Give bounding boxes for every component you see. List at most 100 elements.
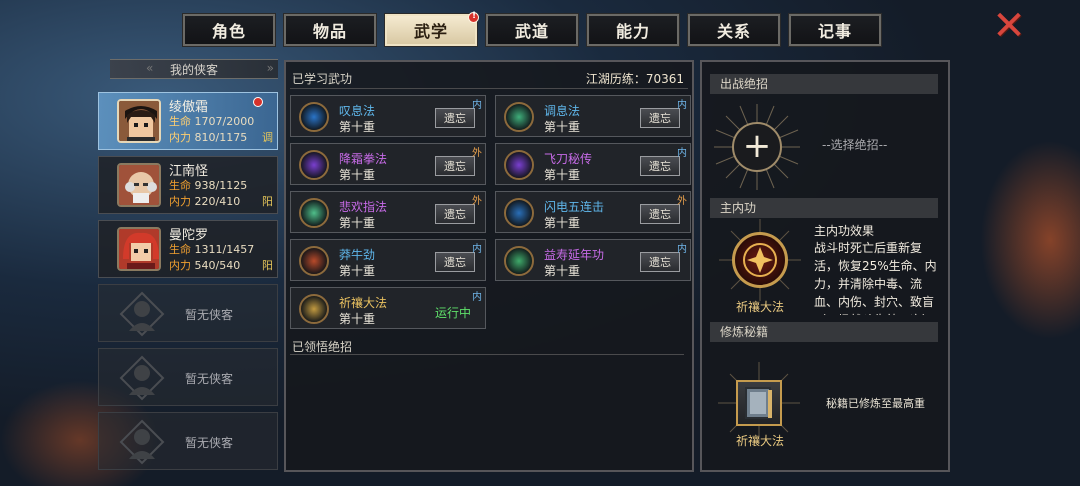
empty-hero-slot[interactable]: 暂无侠客 [98,284,278,342]
tab-label: 武道 [514,22,549,41]
skill-card[interactable]: 悲欢指法 第十重 遗忘外 [290,191,486,233]
mp-label: 内力 [169,131,191,144]
technique-panel: 出战绝招 + --选择绝招-- 主内功 祈禳大法 主内功效果 战斗时死亡后重新复… [700,60,950,472]
alert-badge-icon [468,11,479,23]
tab-label: 关系 [716,22,751,41]
skill-type-badge: 内 [472,244,482,255]
skill-name: 莽牛劲 [339,248,376,262]
divider [290,354,684,355]
empty-silhouette-icon [119,291,165,337]
mp-value: 810/1175 [194,131,248,144]
tab-ability[interactable]: 能力 [586,13,680,47]
skill-name: 悲欢指法 [339,200,388,214]
divider [290,88,688,89]
hero-list: 绫傲霜 生命 1707/2000 内力 810/1175 调 江南怪 生命 93… [98,92,278,476]
tab-label: 能力 [615,22,650,41]
manual-book-icon[interactable] [736,380,782,426]
skill-icon [299,246,329,276]
skill-card[interactable]: 调息法第十重 遗忘内 [495,95,691,137]
plus-icon: + [742,126,772,166]
tab-martial-way[interactable]: 武道 [485,13,579,47]
skill-card[interactable]: 降霜拳法 第十重 遗忘外 [290,143,486,185]
tab-label: 记事 [817,22,852,41]
skill-card[interactable]: 飞刀秘传 第十重 遗忘内 [495,143,691,185]
skill-name: 闪电五连击 [544,200,605,214]
skill-level: 第十重 [339,312,376,326]
my-heroes-title: 我的侠客 [169,62,218,77]
empty-slot-text: 暂无侠客 [185,308,234,322]
learned-skills-panel: 已学习武功 江湖历练：70361 叹息法 第十重 遗忘内调息法 第十重 遗忘内降霜拳法第… [284,60,694,472]
skill-level: 第十重 [339,216,376,230]
hp-label: 生命 [169,115,191,128]
mp-label: 内力 [169,259,191,272]
skill-level: 第十重 [544,120,581,134]
forget-button[interactable]: 遗忘 [435,108,475,128]
skill-level: 第十重 [544,216,581,230]
skill-card[interactable]: 闪电五连击第十重 遗忘外 [495,191,691,233]
hero-mp: 内力 220/410 [169,193,240,209]
skill-name: 祈禳大法 [339,296,388,310]
skill-icon [299,198,329,228]
add-technique-button[interactable]: + [732,122,782,172]
hero-card[interactable]: 绫傲霜 生命 1707/2000 内力 810/1175 调 [98,92,278,150]
forget-button[interactable]: 遗忘 [640,204,680,224]
mp-value: 220/410 [194,195,241,208]
forget-button[interactable]: 遗忘 [435,204,475,224]
skill-level: 第十重 [544,168,581,182]
skill-icon [504,198,534,228]
skill-type-badge: 外 [677,196,687,207]
tab-label: 物品 [312,22,347,41]
mp-value: 540/540 [194,259,241,272]
skill-level: 第十重 [339,264,376,278]
skill-name: 飞刀秘传 [544,152,593,166]
skill-name: 调息法 [544,104,581,118]
skill-icon [504,150,534,180]
forget-button[interactable]: 遗忘 [435,252,475,272]
hp-value: 938/1125 [194,179,248,192]
hero-card[interactable]: 曼陀罗 生命 1311/1457 内力 540/540 阳 [98,220,278,278]
skill-card[interactable]: 莽牛劲第十重 遗忘内 [290,239,486,281]
hero-hp: 生命 1311/1457 [169,241,254,257]
tab-journal[interactable]: 记事 [788,13,882,47]
empty-slot-text: 暂无侠客 [185,372,234,386]
comprehended-title: 已领悟绝招 [292,340,353,354]
close-icon[interactable]: ✕ [990,6,1028,46]
alert-badge-icon [253,97,263,107]
tab-label: 武学 [413,22,448,41]
skill-card[interactable]: 益寿延年功 第十重 遗忘内 [495,239,691,281]
tab-role[interactable]: 角色 [182,13,276,47]
skill-level: 第十重 [339,168,376,182]
tab-relations[interactable]: 关系 [687,13,781,47]
hp-label: 生命 [169,243,191,256]
skill-type-badge: 内 [677,100,687,111]
manual-name: 祈禳大法 [735,434,784,448]
hero-hp: 生命 1707/2000 [169,113,254,129]
hero-portrait [117,227,161,271]
inner-skill-icon[interactable] [732,232,788,288]
empty-hero-slot[interactable]: 暂无侠客 [98,412,278,470]
forget-button[interactable]: 遗忘 [435,156,475,176]
forget-button[interactable]: 遗忘 [640,252,680,272]
skill-level: 第十重 [339,120,376,134]
inner-skill-name: 祈禳大法 [735,300,784,314]
tab-label: 角色 [211,22,246,41]
forget-button[interactable]: 遗忘 [640,108,680,128]
skill-card[interactable]: 叹息法 第十重 遗忘内 [290,95,486,137]
skill-type-badge: 外 [472,148,482,159]
inner-effect-title: 主内功效果 [814,224,875,238]
running-status: 运行中 [434,306,471,320]
skill-card[interactable]: 祈禳大法 第十重 运行中内 [290,287,486,329]
tab-martial-arts[interactable]: 武学 [384,11,479,47]
tab-items[interactable]: 物品 [283,13,377,47]
hero-card[interactable]: 江南怪 生命 938/1125 内力 220/410 阳 [98,156,278,214]
forget-button[interactable]: 遗忘 [640,156,680,176]
skill-icon [299,294,329,324]
hero-portrait [117,99,161,143]
skill-name: 益寿延年功 [544,248,605,262]
hp-label: 生命 [169,179,191,192]
skill-type-badge: 内 [677,244,687,255]
choose-technique-text: --选择绝招-- [822,138,888,152]
hero-hp: 生命 938/1125 [169,177,247,193]
hero-mp: 内力 540/540 [169,257,240,273]
empty-hero-slot[interactable]: 暂无侠客 [98,348,278,406]
